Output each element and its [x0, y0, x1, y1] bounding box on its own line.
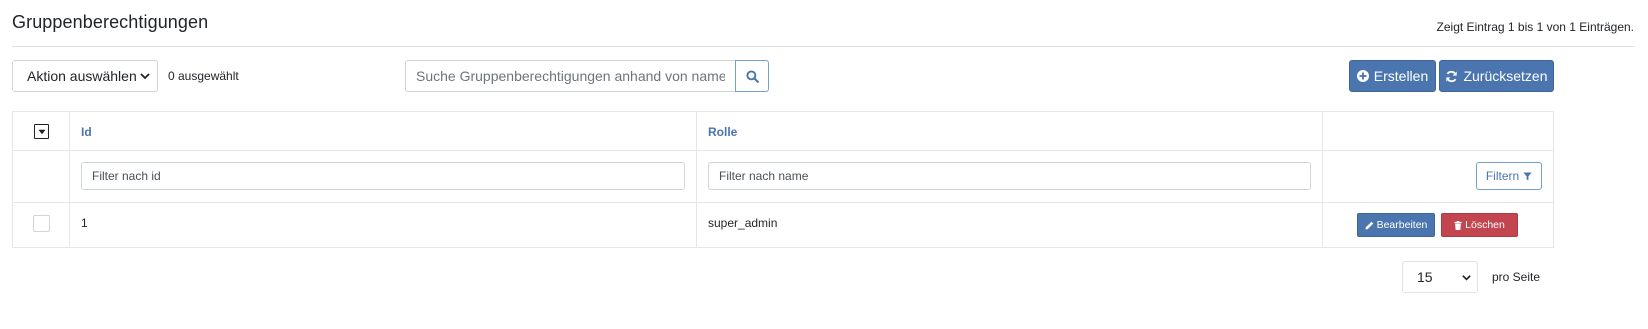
pencil-icon	[1365, 221, 1373, 230]
chevron-down-icon	[1462, 275, 1471, 281]
page-title: Gruppenberechtigungen	[12, 12, 209, 32]
filter-label: Filtern	[1485, 169, 1520, 183]
edit-button[interactable]: Bearbeiten	[1357, 213, 1435, 237]
filter-row: Filter n	[13, 151, 1553, 203]
row-role-cell: super_admin	[697, 203, 1323, 247]
entry-info: Zeigt Eintrag 1 bis 1 von 1 Einträgen.	[1436, 20, 1634, 34]
select-all-dropdown[interactable]	[34, 124, 49, 139]
row-id: 1	[81, 216, 88, 230]
chevron-down-icon	[140, 73, 150, 80]
action-select[interactable]: Aktion auswählen	[12, 60, 158, 92]
row-actions-cell: Bearbeiten Löschen	[1323, 203, 1553, 247]
header-check-cell	[13, 112, 70, 150]
table-row: 1 super_admin Bearbeiten Löschen	[13, 203, 1553, 247]
row-check-cell	[13, 203, 70, 247]
reset-label: Zurücksetzen	[1463, 68, 1548, 84]
filter-check-cell	[13, 151, 70, 202]
header-role-cell: Rolle	[697, 112, 1323, 150]
create-label: Erstellen	[1373, 68, 1429, 84]
row-role: super_admin	[708, 216, 778, 230]
page-size-select[interactable]: 15	[1402, 261, 1478, 293]
filter-button[interactable]: Filtern	[1476, 162, 1542, 190]
row-id-cell: 1	[70, 203, 697, 247]
filter-icon	[1523, 171, 1532, 181]
header-id-cell: Id	[70, 112, 697, 150]
search-button[interactable]	[735, 60, 769, 92]
filter-id-cell	[70, 151, 697, 202]
table-header-row: Id Rolle	[13, 112, 1553, 151]
caret-down-icon	[38, 129, 45, 134]
filter-name-input[interactable]	[708, 162, 1311, 190]
action-select-label: Aktion auswählen	[27, 68, 137, 84]
search-input[interactable]	[405, 60, 735, 92]
reset-button[interactable]: Zurücksetzen	[1439, 60, 1554, 92]
delete-button[interactable]: Löschen	[1441, 213, 1518, 237]
refresh-icon	[1446, 70, 1458, 82]
data-table: Id Rolle Filtern 1	[12, 111, 1554, 248]
column-header-id[interactable]: Id	[81, 125, 92, 139]
per-page-label: pro Seite	[1492, 270, 1541, 284]
row-checkbox[interactable]	[33, 215, 50, 232]
delete-label: Löschen	[1465, 219, 1505, 231]
filter-actions-cell: Filtern	[1323, 151, 1553, 202]
title-divider	[12, 46, 1634, 47]
filter-role-cell	[697, 151, 1323, 202]
column-header-role[interactable]: Rolle	[708, 125, 737, 139]
plus-circle-icon	[1356, 70, 1369, 82]
search-group	[405, 60, 769, 92]
trash-icon	[1454, 220, 1462, 230]
search-icon	[745, 69, 759, 83]
header-actions-cell	[1323, 112, 1553, 150]
selected-count: 0 ausgewählt	[168, 69, 239, 83]
create-button[interactable]: Erstellen	[1349, 60, 1436, 92]
filter-id-input[interactable]	[81, 162, 685, 190]
edit-label: Bearbeiten	[1376, 219, 1428, 231]
page-size-value: 15	[1417, 269, 1433, 285]
